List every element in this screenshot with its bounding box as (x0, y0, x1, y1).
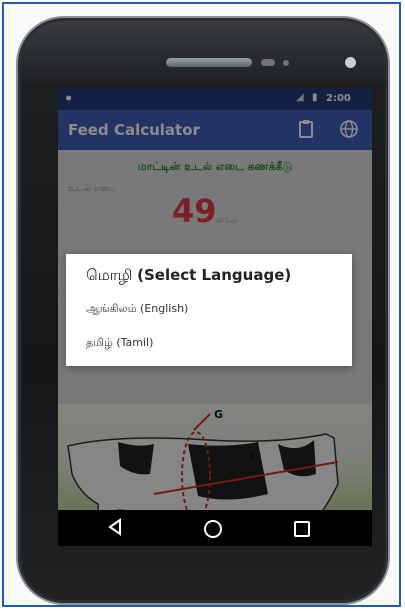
home-icon[interactable] (204, 520, 222, 538)
dialog-title: மொழி (Select Language) (86, 266, 291, 286)
dialog-title-tamil: மொழி (86, 266, 138, 284)
front-camera (345, 57, 356, 68)
back-icon[interactable] (106, 518, 124, 536)
language-dialog: மொழி (Select Language) ஆங்கிலம் (English… (66, 254, 352, 366)
option-tamil[interactable]: தமிழ் (Tamil) (86, 336, 153, 351)
sensor-dot (283, 60, 289, 66)
recent-apps-icon[interactable] (294, 521, 310, 537)
sensor (261, 59, 275, 66)
navigation-bar (58, 510, 372, 546)
speaker-grille (166, 58, 252, 67)
dialog-title-english: (Select Language) (137, 266, 292, 284)
option-english[interactable]: ஆங்கிலம் (English) (86, 302, 188, 317)
